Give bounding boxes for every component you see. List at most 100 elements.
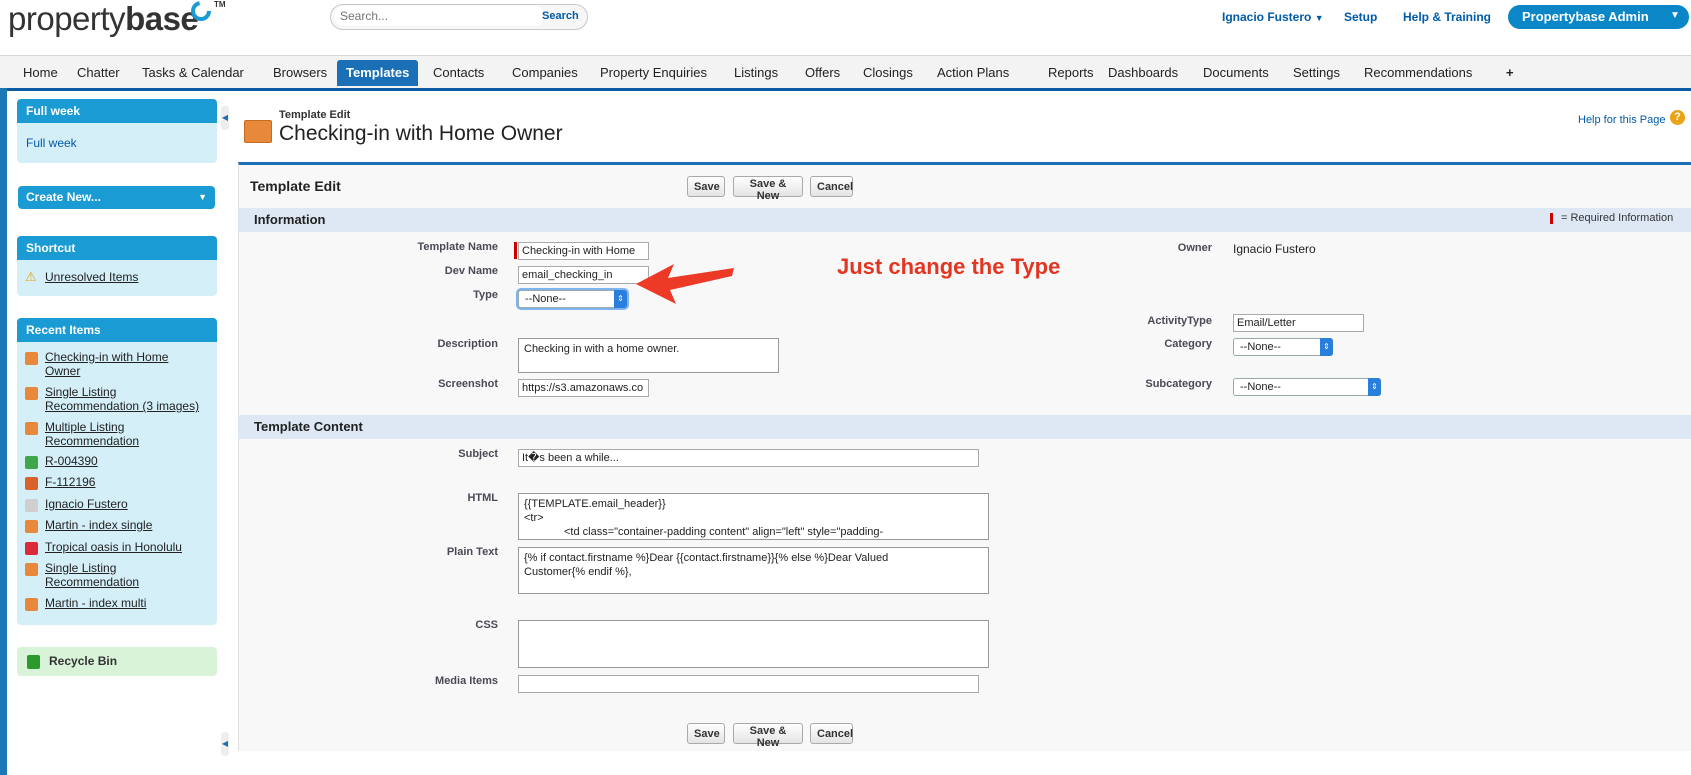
save-button[interactable]: Save <box>687 176 725 197</box>
recommendation-icon <box>25 456 38 469</box>
tab-action-plans[interactable]: Action Plans <box>928 60 1018 86</box>
plain-text-textarea[interactable]: {% if contact.firstname %}Dear {{contact… <box>518 547 989 594</box>
save-new-button[interactable]: Save & New <box>733 176 803 202</box>
dev-name-input[interactable]: email_checking_in <box>518 266 649 284</box>
required-marker <box>514 242 517 259</box>
tab-closings[interactable]: Closings <box>854 60 922 86</box>
shortcut-box: Shortcut ⚠ Unresolved Items <box>17 236 217 296</box>
required-info-legend: = Required Information <box>1561 212 1674 224</box>
html-line: <tr> <box>524 512 544 524</box>
propertybase-logo[interactable]: propertybase <box>8 0 199 38</box>
collapse-sidebar-icon[interactable]: ◀ <box>221 732 229 756</box>
propertybase-admin-button[interactable]: Propertybase Admin ▼ <box>1508 5 1689 29</box>
user-menu[interactable]: Ignacio Fustero ▼ <box>1222 10 1324 24</box>
cancel-button[interactable]: Cancel <box>810 176 853 197</box>
panel-title: Template Edit <box>250 178 341 194</box>
html-line: {{TEMPLATE.email_header}} <box>524 498 666 510</box>
listing-icon <box>25 542 38 555</box>
template-icon <box>25 520 38 533</box>
tab-settings[interactable]: Settings <box>1284 60 1349 86</box>
create-new-label: Create New... <box>26 190 101 204</box>
css-label: CSS <box>475 619 498 631</box>
help-training-link[interactable]: Help & Training <box>1403 10 1491 24</box>
recent-item-link[interactable]: Single Listing Recommendation (3 images) <box>45 385 199 413</box>
recycle-bin-icon <box>27 655 40 669</box>
recent-item-link[interactable]: Checking-in with Home Owner <box>45 350 168 378</box>
tab-chatter[interactable]: Chatter <box>68 60 129 86</box>
tab-recommendations[interactable]: Recommendations <box>1355 60 1481 86</box>
media-items-input[interactable] <box>518 675 979 693</box>
tab-offers[interactable]: Offers <box>796 60 849 86</box>
search-input[interactable] <box>334 6 544 26</box>
tab-companies[interactable]: Companies <box>503 60 587 86</box>
tab-listings[interactable]: Listings <box>725 60 787 86</box>
tab-contacts[interactable]: Contacts <box>424 60 493 86</box>
subject-label: Subject <box>458 448 498 460</box>
recent-item-line: F-112196 <box>45 475 96 489</box>
owner-label: Owner <box>1177 242 1212 254</box>
activity-type-input[interactable]: Email/Letter <box>1233 314 1364 332</box>
help-for-page-link[interactable]: Help for this Page <box>1578 114 1665 126</box>
recycle-bin-link[interactable]: Recycle Bin <box>17 647 217 676</box>
plain-text-line: {% if contact.firstname %}Dear {{contact… <box>524 552 889 564</box>
recent-item-line: Recommendation <box>45 575 140 589</box>
save-new-button[interactable]: Save & New <box>733 723 803 749</box>
recent-item-link[interactable]: Martin - index single <box>45 518 152 532</box>
tab-documents[interactable]: Documents <box>1194 60 1278 86</box>
recent-item-line: Martin - index single <box>45 518 153 532</box>
tab-templates[interactable]: Templates <box>337 60 419 86</box>
select-arrows-icon: ⇕ <box>1320 338 1333 356</box>
tab-home[interactable]: Home <box>14 60 67 86</box>
template-name-input[interactable]: Checking-in with Home <box>518 242 649 260</box>
tab-browsers[interactable]: Browsers <box>264 60 336 86</box>
html-line: <td class="container-padding content" al… <box>564 526 884 538</box>
create-new-button[interactable]: Create New... ▼ <box>18 186 215 209</box>
screenshot-label: Screenshot <box>438 378 498 390</box>
recent-item-link[interactable]: F-112196 <box>45 475 95 489</box>
unresolved-items-link[interactable]: Unresolved Items <box>45 270 138 284</box>
star-icon <box>25 477 38 490</box>
plain-text-label: Plain Text <box>446 546 498 558</box>
recent-item-link[interactable]: Multiple Listing Recommendation <box>45 420 139 448</box>
fullweek-link[interactable]: Full week <box>26 136 77 150</box>
subcategory-select[interactable]: --None-- ⇕ <box>1233 378 1381 396</box>
add-tab-icon[interactable]: + <box>1497 60 1523 86</box>
category-select[interactable]: --None-- ⇕ <box>1233 338 1333 356</box>
type-select[interactable]: --None-- ⇕ <box>518 290 627 308</box>
category-label: Category <box>1164 338 1212 350</box>
recycle-bin-label: Recycle Bin <box>49 654 118 668</box>
chevron-down-icon: ▼ <box>1670 10 1680 21</box>
save-button[interactable]: Save <box>687 723 725 744</box>
css-textarea[interactable] <box>518 620 989 668</box>
information-title: Information <box>254 212 326 227</box>
recent-item-line: Owner <box>45 364 81 378</box>
search-button[interactable]: Search <box>536 6 584 26</box>
html-textarea[interactable]: {{TEMPLATE.email_header}} <tr> <td class… <box>518 493 989 540</box>
media-items-label: Media Items <box>435 675 498 687</box>
setup-link[interactable]: Setup <box>1344 10 1377 24</box>
screenshot-input[interactable]: https://s3.amazonaws.co <box>518 379 649 397</box>
description-textarea[interactable]: Checking in with a home owner. <box>518 338 779 373</box>
type-label: Type <box>473 289 498 301</box>
tab-dashboards[interactable]: Dashboards <box>1099 60 1187 86</box>
template-name-label: Template Name <box>417 241 499 253</box>
recent-item-link[interactable]: Single Listing Recommendation <box>45 561 139 589</box>
recent-item-link[interactable]: Ignacio Fustero <box>45 497 128 511</box>
recent-item-link[interactable]: R-004390 <box>45 454 98 468</box>
recent-item-line: Recommendation <box>45 434 140 448</box>
fullweek-box: Full week Full week <box>17 99 217 163</box>
owner-value: Ignacio Fustero <box>1233 242 1316 256</box>
subject-input[interactable]: It�s been a while... <box>518 449 979 467</box>
recent-item-link[interactable]: Martin - index multi <box>45 596 146 610</box>
cancel-button[interactable]: Cancel <box>810 723 853 744</box>
trademark-label: TM <box>214 0 226 9</box>
recent-item-line: Ignacio Fustero <box>45 497 128 511</box>
tab-reports[interactable]: Reports <box>1039 60 1103 86</box>
recent-items-box: Recent Items Checking-in with Home Owner S… <box>17 318 217 625</box>
tab-property-enquiries[interactable]: Property Enquiries <box>591 60 716 86</box>
recent-item-link[interactable]: Tropical oasis in Honolulu <box>45 540 182 554</box>
tab-tasks-calendar[interactable]: Tasks & Calendar <box>133 60 253 86</box>
help-icon[interactable]: ? <box>1670 110 1685 125</box>
collapse-sidebar-icon[interactable]: ◀ <box>221 106 229 130</box>
category-value: --None-- <box>1240 341 1281 353</box>
